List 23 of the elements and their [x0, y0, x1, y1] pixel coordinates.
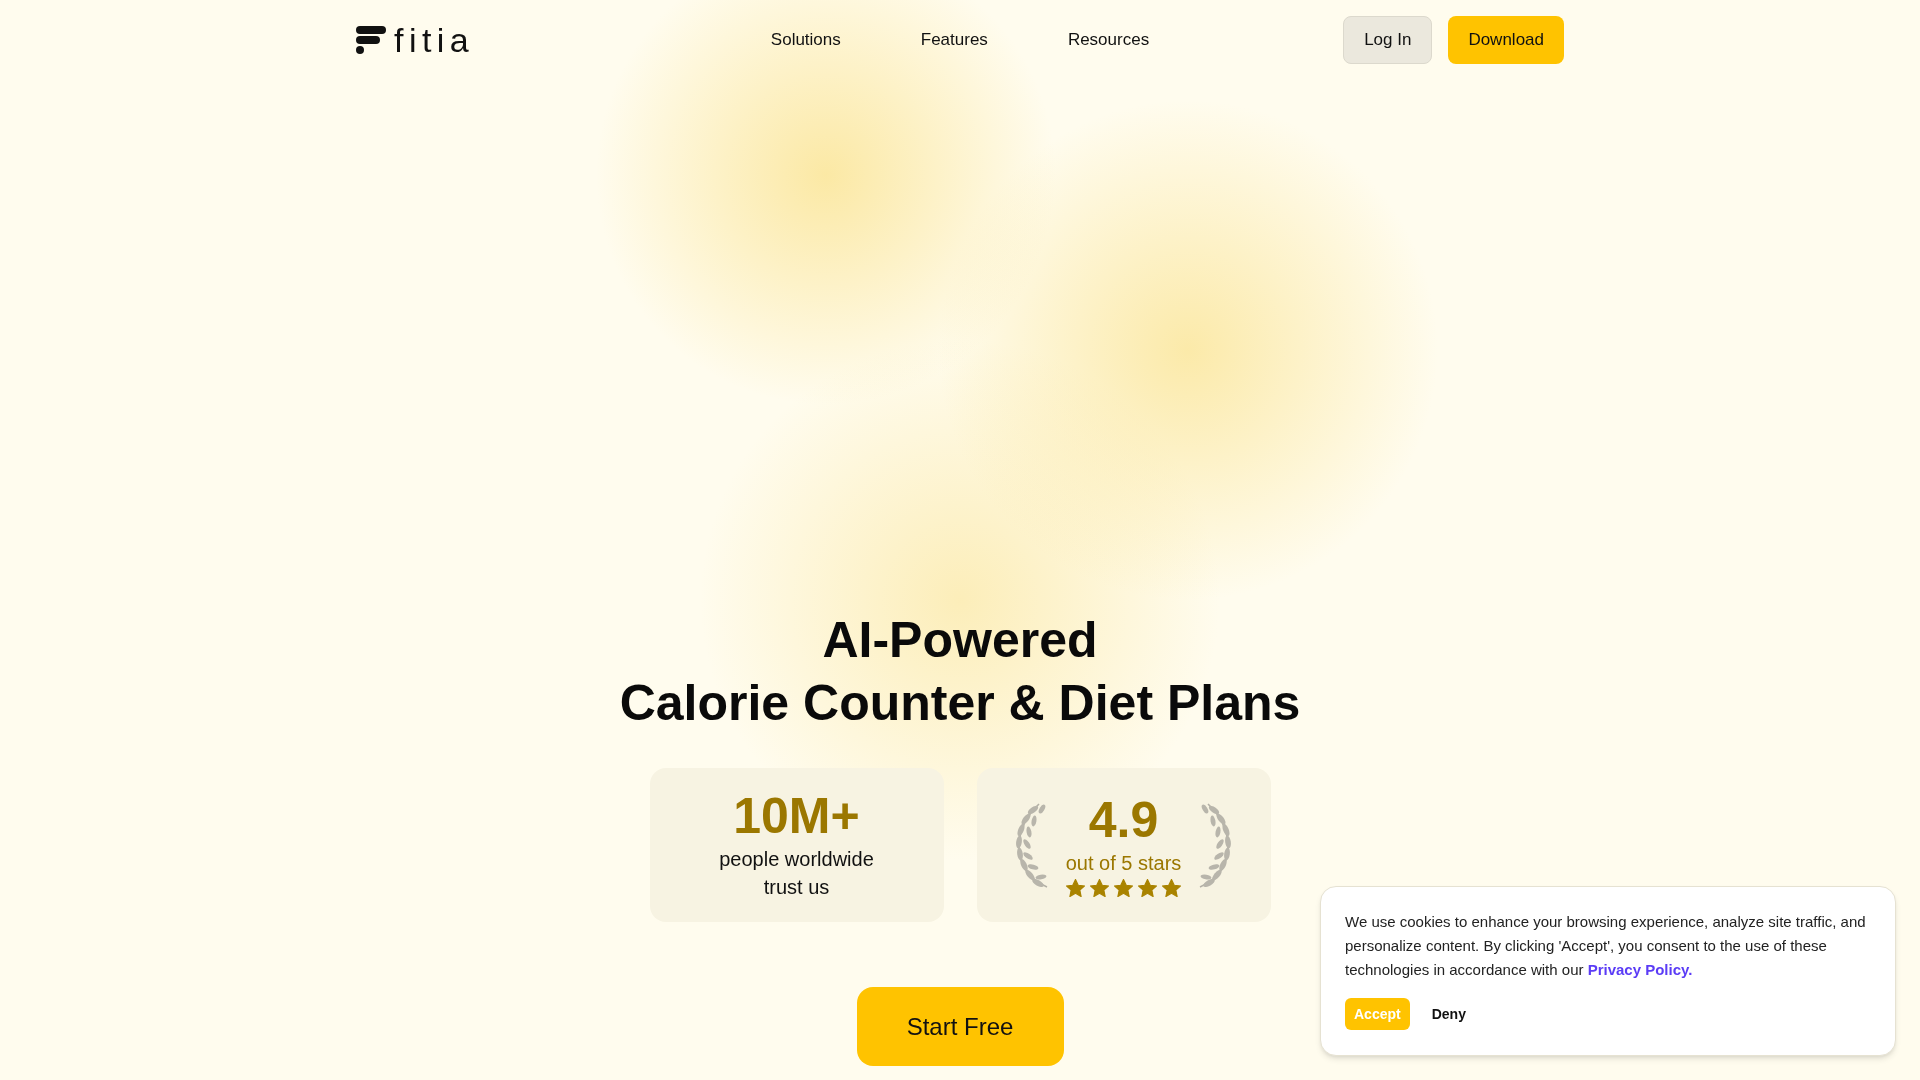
logo-icon	[356, 26, 386, 54]
login-button[interactable]: Log In	[1343, 16, 1433, 64]
start-free-button[interactable]: Start Free	[856, 987, 1064, 1066]
star-icon	[1090, 879, 1109, 897]
home-logo-link[interactable]: fitia	[356, 23, 475, 57]
nav-link[interactable]: Features	[920, 27, 988, 53]
privacy-policy-link[interactable]: Privacy Policy.	[1587, 961, 1693, 978]
cookie-message: We use cookies to enhance your browsing experience, analyze site traffic, and personalize content. By clicking 'Accept', you consent to the use of these technologies in accordance with our Privacy Policy.	[1345, 912, 1867, 980]
download-button[interactable]: Download	[1448, 16, 1564, 64]
star-icon	[1138, 879, 1157, 897]
nav-link[interactable]: Resources	[1067, 27, 1150, 53]
deny-button[interactable]: Deny	[1431, 998, 1466, 1030]
laurel-icon	[1013, 801, 1050, 889]
stat-value: 4.9	[1088, 793, 1159, 847]
stat-value: 10M+	[733, 789, 860, 843]
star-icon	[1114, 879, 1133, 897]
laurel-icon	[1197, 801, 1234, 889]
stat-caption: out of 5 stars	[1065, 851, 1182, 876]
stat-caption: people worldwide trust us	[719, 847, 874, 900]
star-icon	[1066, 879, 1085, 897]
nav-link[interactable]: Solutions	[770, 27, 841, 53]
hero-heading: AI-Powered Calorie Counter & Diet Plans	[619, 611, 1301, 733]
star-icon	[1162, 879, 1181, 897]
